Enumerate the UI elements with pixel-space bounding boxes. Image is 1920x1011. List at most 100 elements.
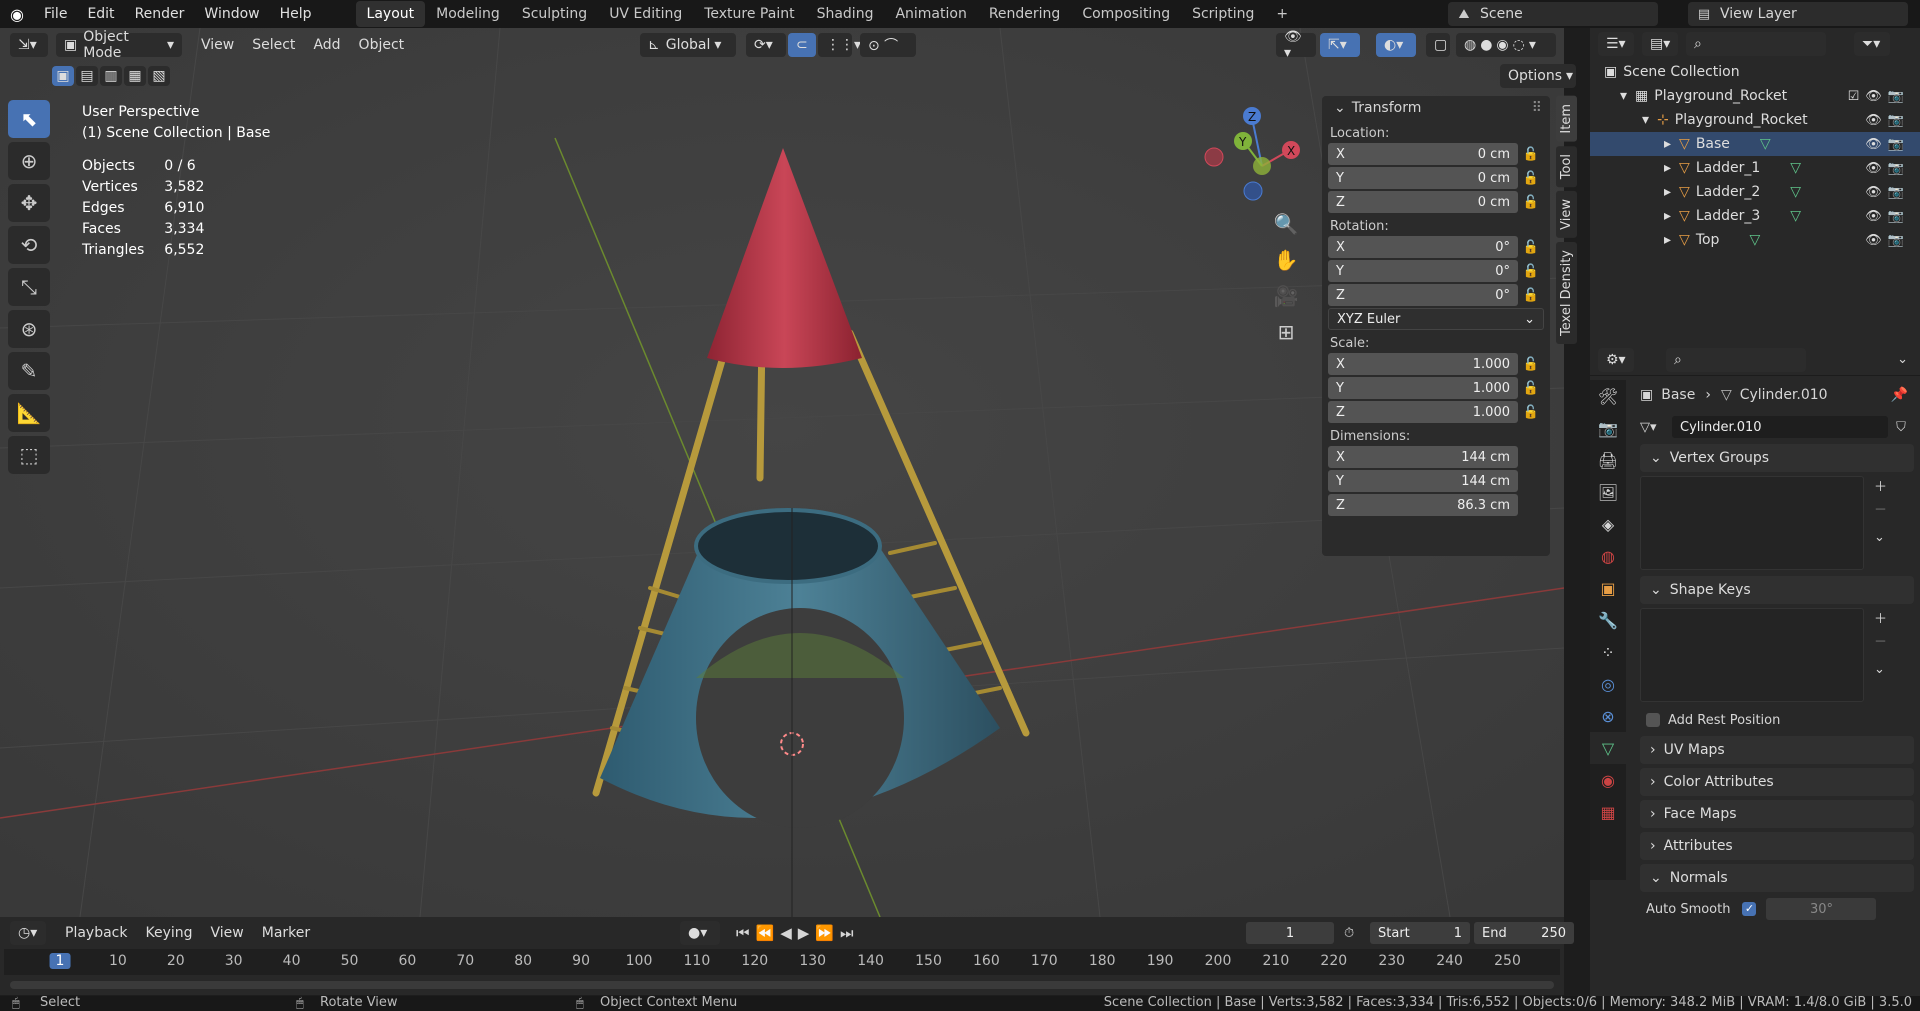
menu-view[interactable]: View <box>192 37 243 53</box>
view-layer-props-icon[interactable]: 🖼 <box>1590 476 1626 508</box>
breadcrumb-mesh[interactable]: Cylinder.010 <box>1740 387 1828 403</box>
constraints-props-icon[interactable]: ⊗ <box>1590 700 1626 732</box>
lock-icon[interactable]: 🔓 <box>1518 171 1544 186</box>
tab-sculpting[interactable]: Sculpting <box>511 1 598 27</box>
chevron-down-icon[interactable]: ⌄ <box>1874 662 1887 677</box>
transform-tool[interactable]: ⊛ <box>8 310 50 348</box>
gizmo-neg-z[interactable] <box>1243 181 1263 201</box>
frame-ruler[interactable]: 1 10 20 30 40 50 60 70 80 90 100 110 120 130 140 150 160… <box>4 949 1560 975</box>
orientation-selector[interactable]: ⊾ Global ▾ <box>640 33 736 57</box>
chevron-down-icon[interactable]: ⌄ <box>1897 352 1908 367</box>
uv-maps-panel-header[interactable]: › UV Maps <box>1640 736 1914 764</box>
dimension-x-field[interactable]: X 144 cm <box>1328 446 1518 468</box>
fake-user-shield-icon[interactable]: ⛉ <box>1888 420 1914 435</box>
menu-select[interactable]: Select <box>243 37 304 53</box>
xray-toggle[interactable]: ▢ <box>1426 33 1450 57</box>
menu-add[interactable]: Add <box>304 37 349 53</box>
add-icon[interactable]: ＋ <box>1874 608 1887 627</box>
options-dropdown[interactable]: Options ▾ <box>1500 64 1576 88</box>
mode-selector[interactable]: ▣ Object Mode ▾ <box>56 29 182 61</box>
menu-help[interactable]: Help <box>270 6 322 22</box>
breadcrumb-object[interactable]: Base <box>1661 387 1695 403</box>
select-subtract-icon[interactable]: ▥ <box>100 66 122 86</box>
texture-props-icon[interactable]: ▦ <box>1590 796 1626 828</box>
output-props-icon[interactable]: 🖨 <box>1590 444 1626 476</box>
visibility-icons[interactable]: 👁📷 <box>1865 161 1910 176</box>
camera-view-icon[interactable]: 🎥 <box>1270 280 1302 312</box>
face-maps-panel-header[interactable]: › Face Maps <box>1640 800 1914 828</box>
rotate-tool[interactable]: ⟲ <box>8 226 50 264</box>
attributes-panel-header[interactable]: › Attributes <box>1640 832 1914 860</box>
material-props-icon[interactable]: ◉ <box>1590 764 1626 796</box>
tab-uv-editing[interactable]: UV Editing <box>598 1 693 27</box>
normals-panel-header[interactable]: ⌄ Normals <box>1640 864 1914 892</box>
pan-hand-icon[interactable]: ✋ <box>1270 244 1302 276</box>
pin-icon[interactable]: 📌 <box>1891 387 1908 403</box>
scale-y-field[interactable]: Y 1.000 <box>1328 377 1518 399</box>
visibility-icons[interactable]: 👁📷 <box>1865 209 1910 224</box>
tab-compositing[interactable]: Compositing <box>1071 1 1181 27</box>
mesh-browse-icon[interactable]: ▽▾ <box>1640 420 1672 435</box>
auto-smooth-checkbox[interactable]: ✓ <box>1742 902 1757 916</box>
chevron-down-icon[interactable]: ⌄ <box>1874 530 1887 545</box>
rotation-x-field[interactable]: X 0° <box>1328 236 1518 258</box>
select-box-tool[interactable]: ⬉ <box>8 100 50 138</box>
outliner-object-top[interactable]: ▸ ▽ Top ▽ 👁📷 <box>1590 228 1920 252</box>
shape-keys-panel-header[interactable]: ⌄ Shape Keys <box>1640 576 1914 604</box>
proportional-edit-button[interactable]: ⊙ ⌒ <box>860 33 916 57</box>
tab-animation[interactable]: Animation <box>884 1 977 27</box>
play-icon[interactable]: ▶ <box>798 924 816 942</box>
visibility-icons[interactable]: 👁📷 <box>1865 185 1910 200</box>
gizmo-neg-x[interactable] <box>1204 147 1224 167</box>
visibility-icons[interactable]: ☑👁📷 <box>1848 89 1910 104</box>
select-intersect-icon[interactable]: ▧ <box>148 66 170 86</box>
editor-type-button[interactable]: ⇲▾ <box>10 33 48 57</box>
outliner-object-ladder-3[interactable]: ▸ ▽ Ladder_3 ▽ 👁📷 <box>1590 204 1920 228</box>
play-reverse-icon[interactable]: ◀ <box>780 924 798 942</box>
properties-search[interactable]: ⌕ <box>1666 347 1806 372</box>
lock-icon[interactable]: 🔓 <box>1518 357 1544 372</box>
move-tool[interactable]: ✥ <box>8 184 50 222</box>
stopwatch-icon[interactable]: ⏱ <box>1344 926 1354 941</box>
menu-edit[interactable]: Edit <box>77 6 124 22</box>
scale-z-field[interactable]: Z 1.000 <box>1328 401 1518 423</box>
properties-editor-type[interactable]: ⚙▾ <box>1598 347 1634 372</box>
menu-render[interactable]: Render <box>125 6 195 22</box>
visibility-icons[interactable]: 👁📷 <box>1865 137 1910 152</box>
add-cube-tool[interactable]: ⬚ <box>8 436 50 474</box>
outliner-object-base[interactable]: ▸ ▽ Base ▽ 👁📷 <box>1590 132 1920 156</box>
color-attributes-panel-header[interactable]: › Color Attributes <box>1640 768 1914 796</box>
cursor-tool[interactable]: ⊕ <box>8 142 50 180</box>
tab-modeling[interactable]: Modeling <box>425 1 511 27</box>
vertex-groups-list[interactable] <box>1640 476 1864 570</box>
lock-icon[interactable]: 🔓 <box>1518 240 1544 255</box>
view-layer-selector[interactable]: ▤ View Layer <box>1688 2 1908 26</box>
jump-start-icon[interactable]: ⏮ <box>736 924 756 942</box>
mesh-data-props-icon[interactable]: ▽ <box>1590 732 1626 764</box>
start-frame-field[interactable]: Start 1 <box>1370 922 1470 944</box>
menu-timeline-view[interactable]: View <box>202 925 253 941</box>
lock-icon[interactable]: 🔓 <box>1518 264 1544 279</box>
current-frame-marker[interactable]: 1 <box>49 953 71 969</box>
lock-icon[interactable]: 🔓 <box>1518 147 1544 162</box>
chevron-down-icon[interactable]: ⌄ <box>1334 100 1346 116</box>
dimension-y-field[interactable]: Y 144 cm <box>1328 470 1518 492</box>
scale-tool[interactable]: ⤡ <box>8 268 50 306</box>
visibility-button[interactable]: 👁▾ <box>1276 29 1316 61</box>
world-props-icon[interactable]: ◍ <box>1590 540 1626 572</box>
shading-modes[interactable]: ◍●◉◌▾ <box>1456 33 1556 57</box>
tab-view[interactable]: View <box>1556 190 1577 238</box>
gizmo-toggle[interactable]: ⇱▾ <box>1320 33 1360 57</box>
jump-end-icon[interactable]: ⏭ <box>840 924 860 942</box>
render-props-icon[interactable]: 📷 <box>1590 412 1626 444</box>
outliner-empty[interactable]: ▾ ⊹ Playground_Rocket 👁📷 <box>1590 108 1920 132</box>
physics-props-icon[interactable]: ◎ <box>1590 668 1626 700</box>
menu-object[interactable]: Object <box>350 37 414 53</box>
select-invert-icon[interactable]: ▦ <box>124 66 146 86</box>
zoom-icon[interactable]: 🔍 <box>1270 208 1302 240</box>
outliner-scene-collection[interactable]: ▣ Scene Collection <box>1590 60 1920 84</box>
visibility-icons[interactable]: 👁📷 <box>1865 233 1910 248</box>
visibility-icons[interactable]: 👁📷 <box>1865 113 1910 128</box>
snap-target-button[interactable]: ⋮⋮▾ <box>818 33 861 57</box>
timeline-editor-type[interactable]: ◷▾ <box>10 921 46 945</box>
